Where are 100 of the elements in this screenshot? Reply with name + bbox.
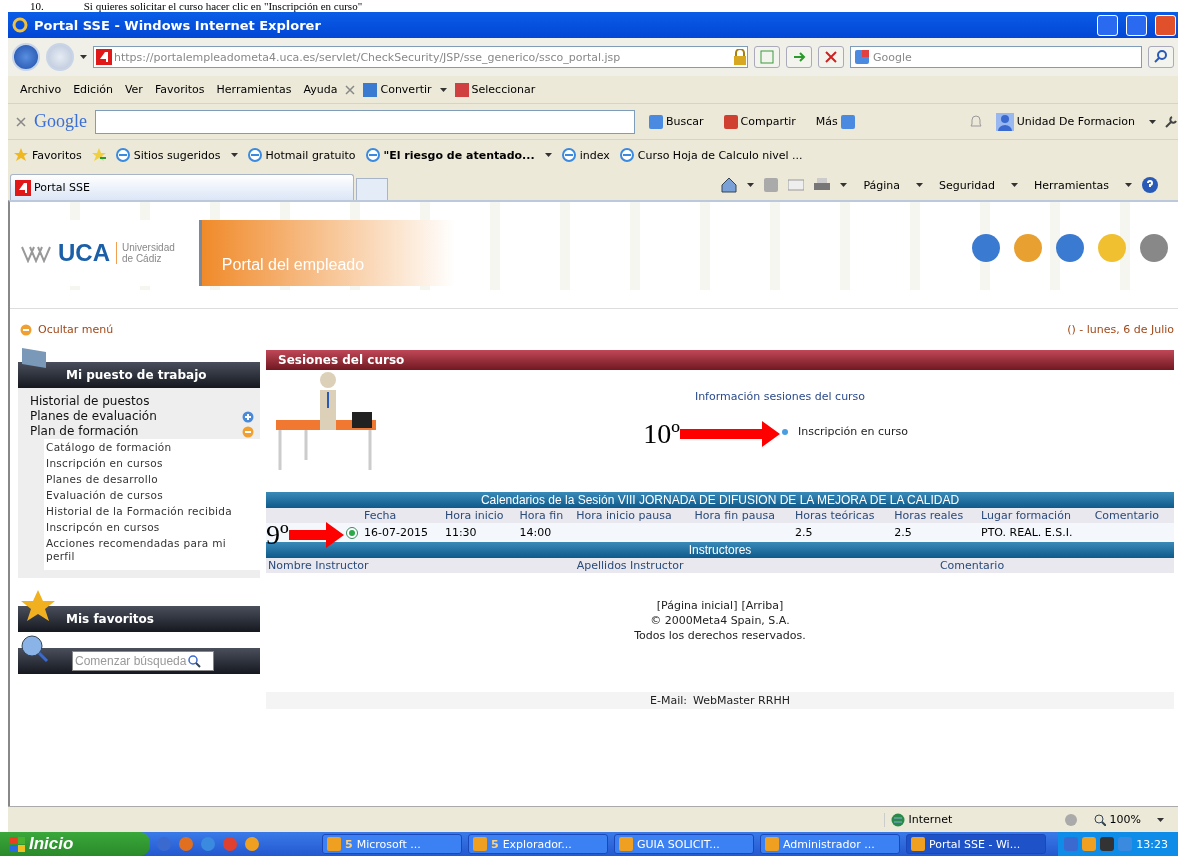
expand-icon[interactable] [242,410,254,423]
close-icon[interactable] [345,84,356,95]
submenu-item[interactable]: Inscripción en cursos [46,457,163,470]
favorite-link[interactable]: Hotmail gratuito [247,148,356,162]
column-header: Comentario [937,558,1174,573]
start-button[interactable]: Inicio [0,832,150,856]
favorite-link[interactable]: index [561,148,610,162]
minimize-button[interactable] [1097,14,1118,36]
close-button[interactable] [1155,14,1176,36]
menu-item[interactable]: Ver [120,81,147,98]
zone-text: Internet [908,813,953,826]
caret-icon[interactable] [840,183,848,187]
submenu-item[interactable]: Catálogo de formación [46,441,172,454]
collapse-icon [20,323,32,336]
close-icon[interactable] [16,116,26,127]
column-header: Nombre Instructor [266,558,575,573]
app-icon[interactable] [178,836,194,852]
footer-link[interactable]: [Arriba] [741,599,784,612]
section-title: Sesiones del curso [266,350,1174,370]
footer-link[interactable]: [Página inicial] [656,599,738,612]
menu-item[interactable]: Ayuda [299,81,342,98]
caret-icon[interactable] [1125,183,1132,187]
copyright-text: © 2000Meta4 Spain, S.A. [650,614,790,627]
back-button[interactable] [12,43,40,71]
menu-item[interactable]: Edición [69,81,117,98]
menu-item[interactable]: Herramientas [212,81,296,98]
app-icon [473,837,487,851]
sidebar-item[interactable]: Historial de puestos [30,394,260,409]
sidebar-item[interactable]: Planes de evaluación [30,409,260,424]
add-favorite-icon[interactable] [91,148,106,162]
command-menu[interactable]: Herramientas [1028,177,1115,193]
zoom-icon [1093,813,1106,826]
submenu-item[interactable]: Planes de desarrollo [46,473,158,486]
app-icon[interactable] [244,836,260,852]
caret-icon[interactable] [439,87,447,92]
taskbar-button[interactable]: Portal SSE - Wi... [906,834,1046,854]
taskbar-button[interactable]: Administrador ... [760,834,900,854]
radio-button[interactable] [346,526,358,539]
toolbar-button[interactable]: Más [809,113,861,130]
table-caption: Calendarios de la Sesión VIII JORNADA DE DIFUSION DE LA MEJORA DE LA CALIDAD [266,492,1174,508]
refresh-button[interactable] [786,46,812,68]
sidebar-item[interactable]: Plan de formación [30,424,260,439]
taskbar-button[interactable]: 5 Microsoft ... [322,834,462,854]
menu-item[interactable]: Favoritos [150,81,209,98]
favorite-link[interactable]: Curso Hoja de Calculo nivel ... [619,148,803,162]
caret-icon[interactable] [747,183,755,187]
arrows-icon [792,50,806,64]
caret-icon[interactable] [230,153,238,157]
arrow-icon [288,521,344,548]
submenu-item[interactable]: Acciones recomendadas para mi perfil [46,537,242,563]
hide-menu-link[interactable]: Ocultar menú [20,323,114,336]
favorite-link[interactable]: Sitios sugeridos [115,148,238,162]
table-cell: PTO. REAL. E.S.I. [979,523,1093,542]
page-icon [115,148,130,162]
table-cell: 16-07-2015 [362,523,443,542]
collapse-icon[interactable] [242,425,254,438]
toolbar-button[interactable]: Compartir [717,113,802,130]
compatibility-button[interactable] [754,46,780,68]
caret-icon[interactable] [544,153,552,157]
toolbar-button[interactable]: Seleccionar [450,80,540,99]
submenu-item[interactable]: Historial de la Formación recibida [46,505,232,518]
favorites-button[interactable]: Favoritos [14,148,82,162]
caret-icon[interactable] [916,183,924,187]
taskbar-button[interactable]: GUIA SOLICIT... [614,834,754,854]
submenu-item[interactable]: Evaluación de cursos [46,489,163,502]
browser-tab[interactable]: Portal SSE [10,174,354,200]
help-icon[interactable] [1142,177,1158,193]
caret-icon[interactable] [1157,817,1164,822]
caret-icon[interactable] [1149,119,1156,124]
protected-mode-icon[interactable] [1063,812,1078,827]
favorite-link[interactable]: "El riesgo de atentado... [365,148,552,162]
command-menu[interactable]: Seguridad [933,177,1002,193]
search-button[interactable] [1148,46,1174,68]
taskbar-button[interactable]: 5 Explorador... [468,834,608,854]
zoom-button[interactable]: 100% [1087,812,1147,827]
caret-icon[interactable] [1011,183,1019,187]
search-icon[interactable] [188,654,202,668]
submenu-item[interactable]: Inscripcón en cursos [46,521,160,534]
stop-button[interactable] [818,46,844,68]
toolbar-button[interactable]: Convertir [359,80,436,99]
account-button[interactable]: Unidad De Formacion [989,111,1141,132]
toolbar-button[interactable]: Buscar [643,113,710,130]
lock-icon[interactable] [733,49,747,65]
maximize-button[interactable] [1126,14,1147,36]
caret-icon[interactable] [80,55,87,59]
enroll-link[interactable]: Inscripción en curso [781,425,909,438]
site-logo-icon [15,179,31,196]
wrench-icon[interactable] [1164,114,1178,129]
menu-item[interactable]: Archivo [16,81,66,98]
email-link[interactable]: WebMaster RRHH [693,694,790,707]
printer-icon[interactable] [814,178,831,192]
column-header: Hora inicio pausa [574,508,693,523]
tray-icon[interactable] [1100,837,1115,851]
table-cell: 14:00 [517,523,575,542]
search-field[interactable] [95,109,635,134]
command-menu[interactable]: Página [857,177,907,193]
address-field[interactable]: https://portalempleadometa4.uca.es/servlet/CheckSecurity/JSP/sse_generico/ssco_portal.jsp [93,46,748,68]
bell-icon[interactable] [969,115,982,128]
info-link[interactable]: Información sesiones del curso [694,390,866,403]
search-field[interactable]: Google [850,46,1142,68]
